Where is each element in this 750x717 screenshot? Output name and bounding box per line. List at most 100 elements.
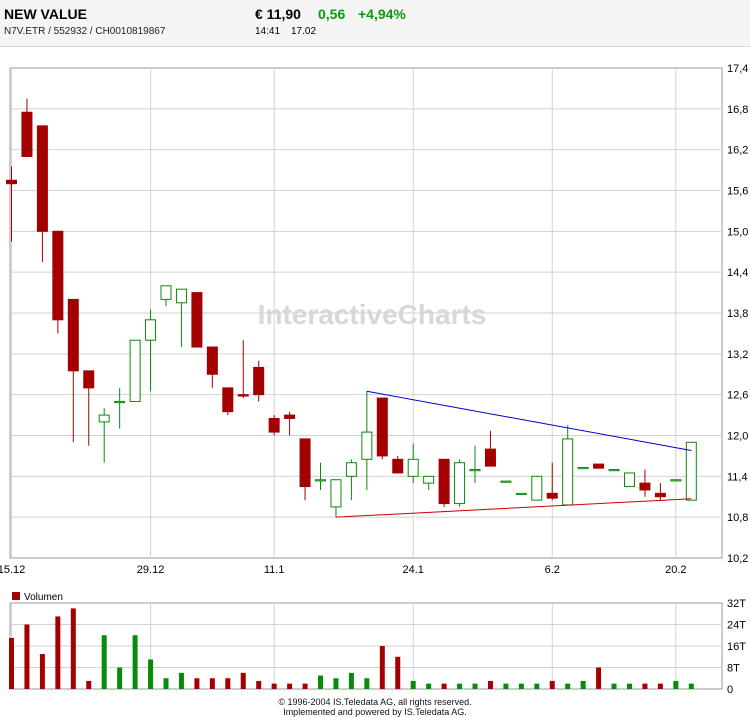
volume-bar: [318, 675, 323, 689]
volume-bar: [209, 678, 215, 689]
candle-body: [639, 482, 651, 491]
candle-body: [376, 397, 388, 457]
candle-body: [624, 472, 635, 488]
candle-body: [98, 414, 110, 423]
volume-bar: [457, 683, 463, 689]
volume-tick-label: 24T: [727, 620, 746, 632]
volume-bar: [688, 683, 694, 689]
volume-tick-label: 32T: [727, 598, 746, 610]
candle-body: [407, 458, 419, 477]
volume-bar: [472, 683, 478, 689]
x-tick-label: 15.12: [0, 564, 25, 576]
candle-body: [67, 298, 79, 372]
volume-legend-swatch: [12, 592, 20, 600]
volume-bar: [225, 678, 231, 689]
candle-body: [423, 475, 435, 484]
volume-bar: [627, 683, 632, 689]
y-tick-label: 13,2: [727, 349, 748, 361]
y-tick-label: 10,8: [727, 512, 748, 524]
volume-bar: [24, 624, 30, 689]
candle-body: [670, 479, 682, 482]
price-y-axis: 17,4 16,8 16,2 15,6 15,0 14,4 13,8 13,2 12,6 12,0…: [727, 63, 748, 565]
volume-bar: [657, 683, 663, 689]
y-tick-label: 15,0: [727, 226, 748, 238]
volume-bar: [117, 667, 123, 689]
powered-by-line: Implemented and powered by IS.Teledata A…: [283, 707, 467, 717]
volume-tick-label: 8T: [727, 663, 740, 675]
y-tick-label: 13,8: [727, 308, 748, 320]
candle-body: [36, 125, 48, 232]
volume-bar: [518, 683, 524, 689]
volume-bar: [410, 680, 416, 689]
volume-tick-label: 0: [727, 684, 733, 696]
volume-bar: [9, 637, 14, 689]
candle-body: [546, 492, 558, 499]
y-tick-label: 12,6: [727, 390, 748, 402]
volume-bar: [503, 683, 509, 689]
candle-body: [160, 285, 172, 300]
x-tick-label: 29.12: [137, 564, 165, 576]
candle-body: [299, 438, 311, 488]
y-tick-label: 14,4: [727, 267, 748, 279]
y-tick-label: 16,8: [727, 104, 748, 116]
candle-body: [454, 462, 466, 505]
y-tick-label: 17,4: [727, 63, 748, 75]
candle-body: [500, 480, 512, 483]
candle-body: [191, 292, 203, 348]
candle-body: [593, 463, 605, 469]
candle-body: [330, 479, 342, 508]
candle-body: [361, 431, 373, 460]
volume-bar: [379, 646, 385, 689]
y-tick-label: 16,2: [727, 145, 748, 157]
volume-bar: [287, 683, 293, 689]
y-tick-label: 15,6: [727, 186, 748, 198]
volume-bar: [55, 616, 61, 689]
volume-bar: [549, 680, 555, 689]
candle-body: [253, 366, 265, 396]
volume-legend-label: Volumen: [24, 592, 63, 603]
candle-body: [6, 179, 17, 185]
candle-body: [145, 319, 157, 341]
volume-bar: [163, 678, 169, 689]
volume-bar: [642, 683, 648, 689]
candle-body: [484, 448, 496, 467]
candle-body: [175, 288, 187, 304]
price-chart: InteractiveCharts 17,4 16,8 16,2 15,6 15,0 14…: [0, 63, 748, 696]
volume-bar: [596, 667, 602, 689]
candle-body: [52, 230, 64, 321]
volume-grid: [9, 602, 723, 690]
candle-body: [83, 370, 95, 389]
volume-bar: [673, 680, 679, 689]
volume-bar: [39, 654, 45, 689]
volume-bar: [534, 683, 540, 689]
volume-bar: [580, 680, 586, 689]
volume-bar: [348, 672, 354, 689]
volume-bar: [240, 672, 246, 689]
candle-body: [206, 346, 218, 375]
candle-body: [114, 400, 126, 404]
volume-bar: [333, 678, 339, 689]
candle-body: [21, 111, 33, 157]
candle-body: [284, 414, 296, 419]
watermark: InteractiveCharts: [258, 299, 487, 330]
y-tick-label: 11,4: [727, 471, 748, 483]
volume-bar: [364, 678, 370, 689]
candle-body: [577, 466, 589, 470]
volume-bar: [441, 683, 447, 689]
volume-bar: [271, 683, 277, 689]
volume-bar: [148, 659, 154, 689]
candle-body: [469, 469, 481, 472]
candle-body: [562, 438, 574, 506]
volume-bar: [101, 635, 107, 689]
candle-body: [654, 492, 666, 498]
volume-y-axis: 32T 24T 16T 8T 0: [727, 598, 746, 696]
candle-body: [129, 339, 141, 402]
volume-bar: [178, 672, 184, 689]
volume-bar: [487, 680, 493, 689]
volume-bar: [86, 680, 92, 689]
candle-body: [345, 462, 357, 477]
candle-body: [531, 475, 543, 501]
volume-bar: [132, 635, 138, 689]
y-tick-label: 10,2: [727, 553, 748, 565]
candle-body: [685, 441, 697, 501]
